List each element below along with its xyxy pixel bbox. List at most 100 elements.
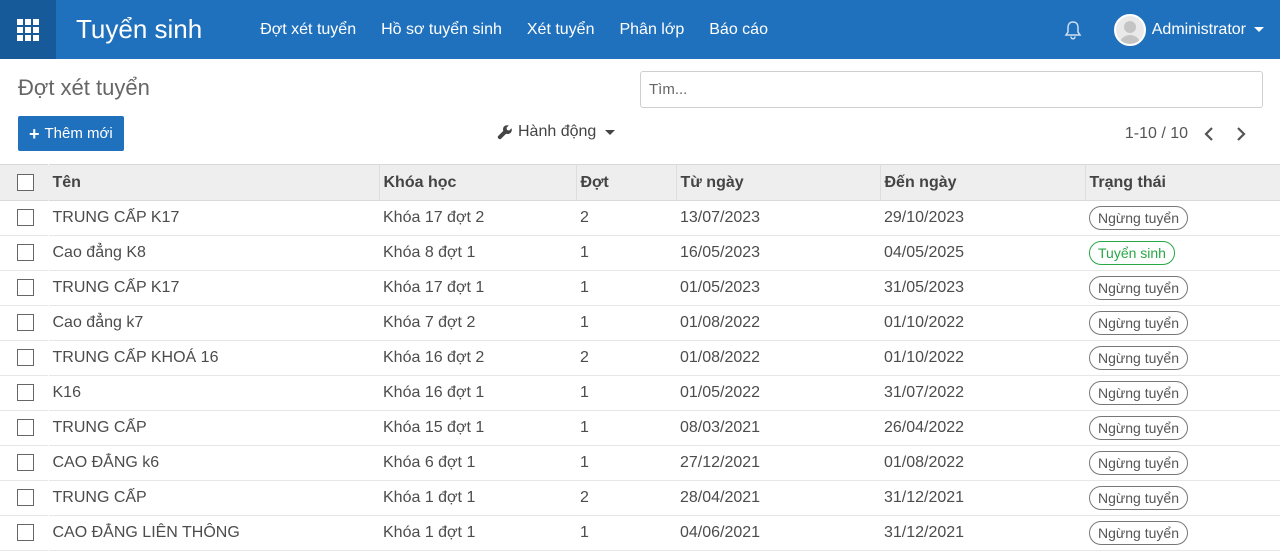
status-badge: Ngừng tuyển <box>1089 381 1188 405</box>
row-checkbox[interactable] <box>17 419 34 437</box>
status-badge: Ngừng tuyển <box>1089 416 1188 440</box>
table-row[interactable]: TRUNG CẤP K17 Khóa 17 đợt 1 1 01/05/2023 31/… <box>0 271 1280 306</box>
row-select-cell <box>0 376 48 411</box>
column-header-status[interactable]: Trạng thái <box>1085 165 1280 201</box>
cell-to-date: 04/05/2025 <box>884 244 965 261</box>
cell-course: Khóa 16 đợt 1 <box>383 384 485 401</box>
status-badge: Tuyển sinh <box>1089 241 1175 265</box>
select-all-checkbox[interactable] <box>17 173 34 191</box>
list-view: Tên Khóa học Đợt Từ ngày Đến ngày Trạng … <box>0 164 1280 551</box>
chevron-left-icon[interactable] <box>1198 123 1220 145</box>
cell-round: 2 <box>580 489 589 506</box>
action-dropdown[interactable]: Hành động <box>497 123 616 141</box>
cell-round: 1 <box>580 279 589 296</box>
cell-status: Ngừng tuyển <box>1085 341 1280 376</box>
cell-name: CAO ĐẲNG LIÊN THÔNG <box>52 524 240 541</box>
table-header-row: Tên Khóa học Đợt Từ ngày Đến ngày Trạng … <box>0 164 1280 201</box>
status-badge: Ngừng tuyển <box>1089 521 1188 545</box>
table-row[interactable]: CAO ĐẲNG k6 Khóa 6 đợt 1 1 27/12/2021 01/08/… <box>0 446 1280 481</box>
cell-from-date: 01/05/2022 <box>680 384 761 401</box>
row-checkbox[interactable] <box>17 454 34 472</box>
table-row[interactable]: Cao đẳng K8 Khóa 8 đợt 1 1 16/05/2023 04/05/… <box>0 236 1280 271</box>
table-row[interactable]: TRUNG CẤP Khóa 1 đợt 1 2 28/04/2021 31/12/20… <box>0 481 1280 516</box>
cell-name: TRUNG CẤP KHOÁ 16 <box>52 349 219 366</box>
cell-name: TRUNG CẤP K17 <box>52 279 180 296</box>
row-checkbox[interactable] <box>17 384 34 402</box>
cell-course: Khóa 6 đợt 1 <box>383 454 476 471</box>
cell-to-date: 26/04/2022 <box>884 419 965 436</box>
control-panel: Đợt xét tuyển + Thêm mới Hành động 1-10 … <box>0 0 1280 164</box>
table-row[interactable]: Cao đẳng k7 Khóa 7 đợt 2 1 01/08/2022 01/10/… <box>0 306 1280 341</box>
status-badge: Ngừng tuyển <box>1089 206 1188 230</box>
cell-course: Khóa 7 đợt 2 <box>383 314 476 331</box>
cell-from-date: 04/06/2021 <box>680 524 761 541</box>
cell-name: TRUNG CẤP <box>52 489 147 506</box>
row-checkbox[interactable] <box>17 279 34 297</box>
cell-name: CAO ĐẲNG k6 <box>52 454 160 471</box>
table-row[interactable]: TRUNG CẤP K17 Khóa 17 đợt 2 2 13/07/2023 29/… <box>0 201 1280 236</box>
row-select-cell <box>0 516 48 551</box>
row-checkbox[interactable] <box>17 209 34 227</box>
cell-from-date: 01/08/2022 <box>680 314 761 331</box>
status-badge: Ngừng tuyển <box>1089 346 1188 370</box>
select-all-cell <box>0 165 48 201</box>
pager-value[interactable]: 1-10 / 10 <box>1125 125 1188 143</box>
chevron-down-icon <box>605 129 616 135</box>
cell-status: Ngừng tuyển <box>1085 516 1280 551</box>
table-body: TRUNG CẤP K17 Khóa 17 đợt 2 2 13/07/2023 29/… <box>0 201 1280 551</box>
table-row[interactable]: TRUNG CẤP Khóa 15 đợt 1 1 08/03/2021 26/04/2… <box>0 411 1280 446</box>
cell-to-date: 31/07/2022 <box>884 384 965 401</box>
row-checkbox[interactable] <box>17 524 34 542</box>
cell-course: Khóa 1 đợt 1 <box>383 489 476 506</box>
row-checkbox[interactable] <box>17 349 34 367</box>
page-title: Đợt xét tuyển <box>18 75 150 100</box>
table-row[interactable]: K16 Khóa 16 đợt 1 1 01/05/2022 31/07/2022 Ngừ… <box>0 376 1280 411</box>
cell-from-date: 27/12/2021 <box>680 454 761 471</box>
cell-round: 1 <box>580 384 589 401</box>
row-select-cell <box>0 446 48 481</box>
cell-to-date: 31/12/2021 <box>884 524 965 541</box>
column-header-round[interactable]: Đợt <box>576 164 677 201</box>
cell-from-date: 16/05/2023 <box>680 244 761 261</box>
cell-round: 2 <box>580 209 589 226</box>
cell-name: TRUNG CẤP K17 <box>52 209 180 226</box>
row-select-cell <box>0 411 48 446</box>
row-select-cell <box>0 201 48 236</box>
cell-to-date: 29/10/2023 <box>884 209 965 226</box>
table-row[interactable]: CAO ĐẲNG LIÊN THÔNG Khóa 1 đợt 1 1 04/06/20… <box>0 516 1280 551</box>
row-select-cell <box>0 306 48 341</box>
cell-round: 1 <box>580 524 589 541</box>
cell-status: Ngừng tuyển <box>1085 271 1280 306</box>
cell-course: Khóa 1 đợt 1 <box>383 524 476 541</box>
cell-from-date: 01/05/2023 <box>680 279 761 296</box>
cell-course: Khóa 8 đợt 1 <box>383 244 476 261</box>
cell-status: Ngừng tuyển <box>1085 376 1280 411</box>
row-select-cell <box>0 481 48 516</box>
create-button[interactable]: + Thêm mới <box>18 116 124 151</box>
column-header-name[interactable]: Tên <box>48 164 380 201</box>
table-row[interactable]: TRUNG CẤP KHOÁ 16 Khóa 16 đợt 2 2 01/08/202… <box>0 341 1280 376</box>
column-header-from[interactable]: Từ ngày <box>676 164 881 201</box>
cell-round: 1 <box>580 419 589 436</box>
status-badge: Ngừng tuyển <box>1089 276 1188 300</box>
row-checkbox[interactable] <box>17 314 34 332</box>
cell-to-date: 01/08/2022 <box>884 454 965 471</box>
cell-status: Ngừng tuyển <box>1085 201 1280 236</box>
cell-from-date: 28/04/2021 <box>680 489 761 506</box>
search-input[interactable] <box>640 71 1263 108</box>
row-checkbox[interactable] <box>17 489 34 507</box>
row-select-cell <box>0 271 48 306</box>
row-checkbox[interactable] <box>17 244 34 262</box>
wrench-icon <box>497 124 513 140</box>
row-select-cell <box>0 236 48 271</box>
status-badge: Ngừng tuyển <box>1089 486 1188 510</box>
cell-course: Khóa 17 đợt 2 <box>383 209 485 226</box>
column-header-course[interactable]: Khóa học <box>379 164 577 201</box>
column-header-to[interactable]: Đến ngày <box>880 164 1086 201</box>
cell-from-date: 13/07/2023 <box>680 209 761 226</box>
cell-from-date: 01/08/2022 <box>680 349 761 366</box>
pager: 1-10 / 10 <box>1125 123 1252 145</box>
cell-round: 1 <box>580 454 589 471</box>
chevron-right-icon[interactable] <box>1230 123 1252 145</box>
cell-status: Ngừng tuyển <box>1085 411 1280 446</box>
